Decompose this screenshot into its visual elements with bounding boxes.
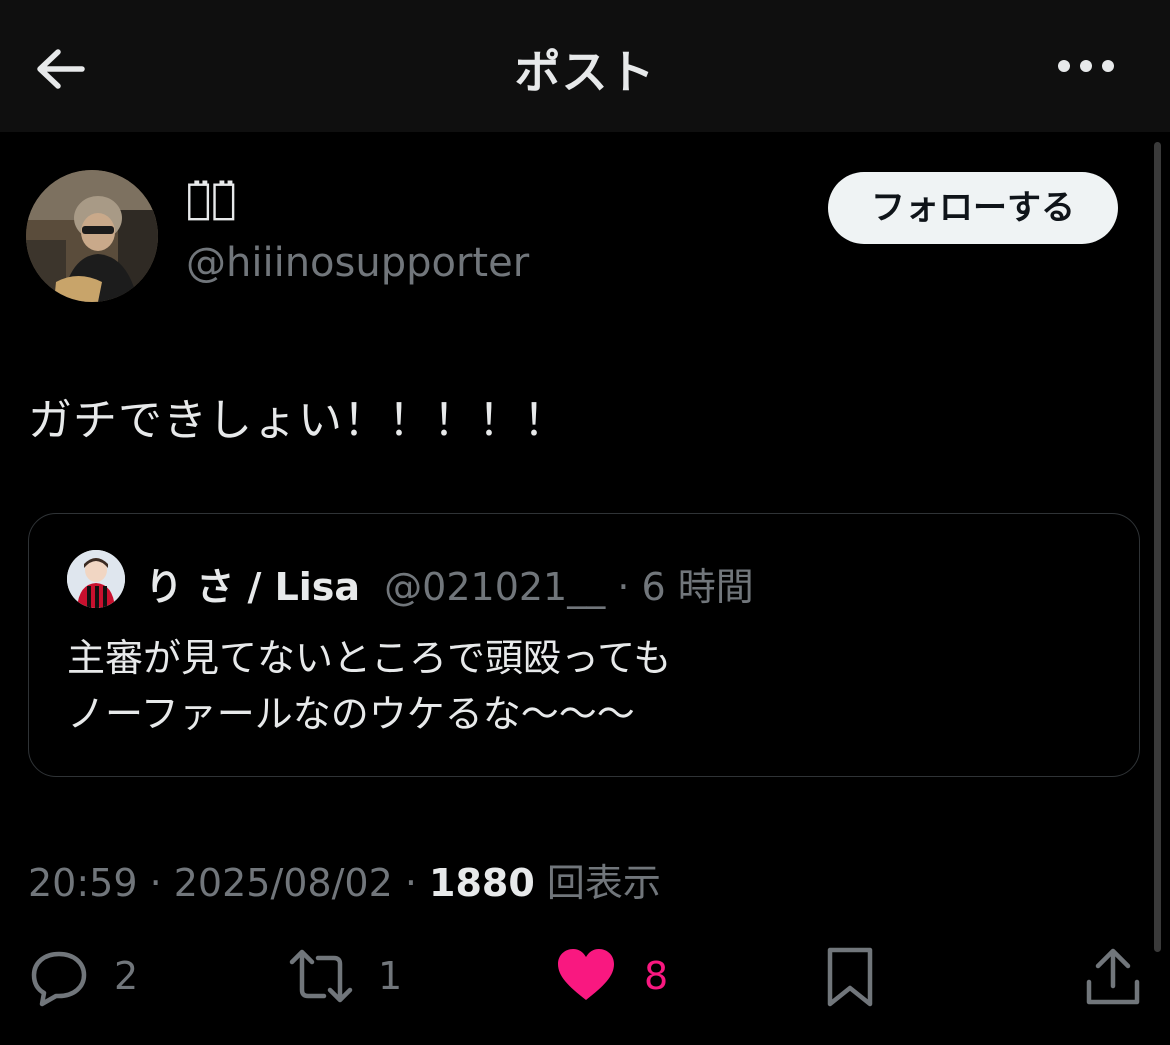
scrollbar[interactable] (1154, 142, 1161, 952)
author-avatar[interactable] (26, 170, 158, 302)
quoted-author-name: り さ / Lisa (145, 565, 361, 609)
quoted-post-header: り さ / Lisa @021021__ · 6 時間 (145, 556, 754, 611)
views-label: 回表示 (534, 861, 661, 905)
bookmark-icon (827, 947, 873, 1007)
post-timestamp: 20:59 · 2025/08/02 · (28, 861, 430, 905)
quoted-text-line: 主審が見てないところで頭殴っても (67, 636, 672, 680)
quoted-post-card[interactable]: り さ / Lisa @021021__ · 6 時間 主審が見てないところで頭… (28, 513, 1140, 777)
heart-filled-icon (558, 949, 614, 1000)
author-handle[interactable]: @hiiinosupporter (186, 240, 529, 286)
share-button[interactable] (1084, 946, 1144, 1010)
quoted-text-line: ノーファールなのウケるな〜〜〜 (67, 692, 635, 736)
like-count: 8 (644, 954, 669, 998)
repost-count: 1 (378, 954, 403, 998)
quoted-post-time: · 6 時間 (617, 565, 754, 609)
bookmark-button[interactable] (826, 946, 876, 1010)
author-display-name[interactable]: ひ̈ー̈ (186, 174, 236, 223)
views-count: 1880 (429, 861, 535, 905)
repost-icon (289, 949, 353, 1003)
post-meta: 20:59 · 2025/08/02 · 1880 回表示 (28, 852, 661, 907)
share-icon (1086, 948, 1140, 1005)
follow-button[interactable]: フォローする (828, 172, 1118, 244)
reply-icon (31, 951, 87, 1007)
reply-count: 2 (114, 954, 139, 998)
quoted-author-avatar[interactable] (67, 550, 125, 608)
like-button[interactable]: 8 (556, 946, 696, 1010)
page-title: ポスト (514, 45, 656, 99)
reply-button[interactable]: 2 (28, 946, 148, 1010)
repost-button[interactable]: 1 (286, 946, 406, 1010)
top-bar: ポスト (0, 0, 1170, 132)
post-detail-page: ポスト ひ̈ー̈ @hiiinosupporter フォローする ガチできしょい… (0, 0, 1170, 1045)
more-horizontal-icon[interactable] (1050, 50, 1122, 82)
quoted-author-handle: @021021__ (384, 565, 606, 609)
quoted-post-text: 主審が見てないところで頭殴っても ノーファールなのウケるな〜〜〜 (67, 630, 671, 742)
post-text: ガチできしょい！！！！！ (28, 395, 568, 446)
